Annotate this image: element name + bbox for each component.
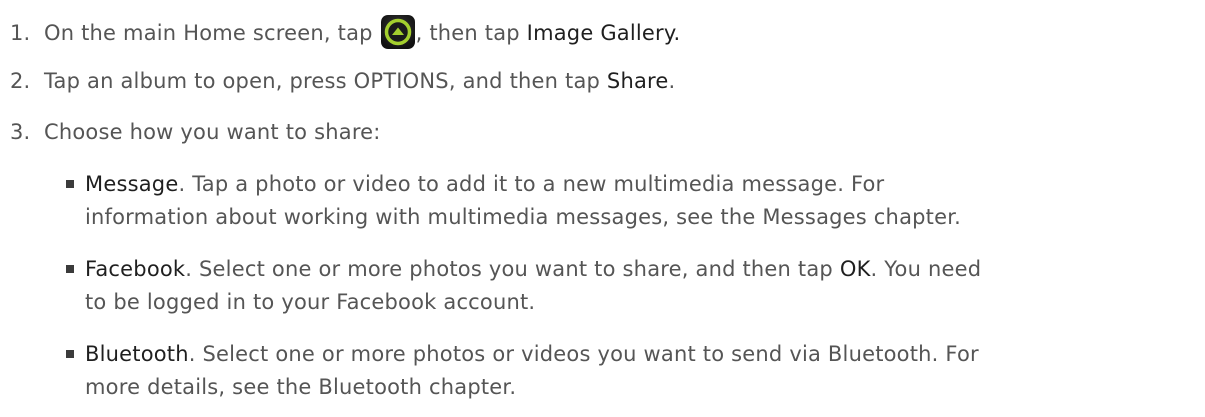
- step-number: 3.: [10, 120, 31, 144]
- share-option-text: Facebook. Select one or more photos you …: [85, 253, 1197, 319]
- share-option-text: Message. Tap a photo or video to add it …: [85, 168, 1197, 234]
- step-number: 1.: [10, 21, 31, 45]
- bullet-square-icon: [66, 265, 74, 273]
- ok-label: OK: [839, 257, 871, 281]
- share-option-text: Bluetooth. Select one or more photos or …: [85, 338, 1197, 404]
- step-number: 2.: [10, 69, 31, 93]
- option-name: Facebook: [85, 257, 186, 281]
- step-text: , then tap: [415, 21, 527, 45]
- share-option-bluetooth: Bluetooth. Select one or more photos or …: [57, 338, 1197, 404]
- option-line-1: . Tap a photo or video to add it to a ne…: [178, 172, 885, 196]
- all-apps-arrow-icon: [380, 15, 415, 49]
- step-text: Tap an album to open, press OPTIONS, and…: [44, 69, 607, 93]
- option-line-1-end: . You need: [870, 257, 982, 281]
- option-line-2: to be logged in to your Facebook account…: [85, 290, 536, 314]
- image-gallery-label: Image Gallery.: [526, 21, 681, 45]
- share-option-facebook: Facebook. Select one or more photos you …: [57, 253, 1197, 319]
- step-3: 3. Choose how you want to share:: [10, 117, 381, 147]
- step-text: Choose how you want to share:: [44, 120, 381, 144]
- share-label: Share: [606, 69, 669, 93]
- bullet-square-icon: [66, 350, 74, 358]
- option-line-1: . Select one or more photos or videos yo…: [188, 342, 979, 366]
- step-text: .: [668, 69, 676, 93]
- option-line-1: . Select one or more photos you want to …: [185, 257, 840, 281]
- option-name: Bluetooth: [85, 342, 189, 366]
- step-1: 1. On the main Home screen, tap , then ta…: [10, 15, 680, 49]
- step-text: On the main Home screen, tap: [44, 21, 380, 45]
- step-2: 2. Tap an album to open, press OPTIONS, a…: [10, 66, 675, 96]
- option-line-2: more details, see the Bluetooth chapter.: [85, 375, 517, 399]
- option-name: Message: [85, 172, 179, 196]
- option-line-2: information about working with multimedi…: [85, 205, 961, 229]
- share-option-message: Message. Tap a photo or video to add it …: [57, 168, 1197, 234]
- bullet-square-icon: [66, 180, 74, 188]
